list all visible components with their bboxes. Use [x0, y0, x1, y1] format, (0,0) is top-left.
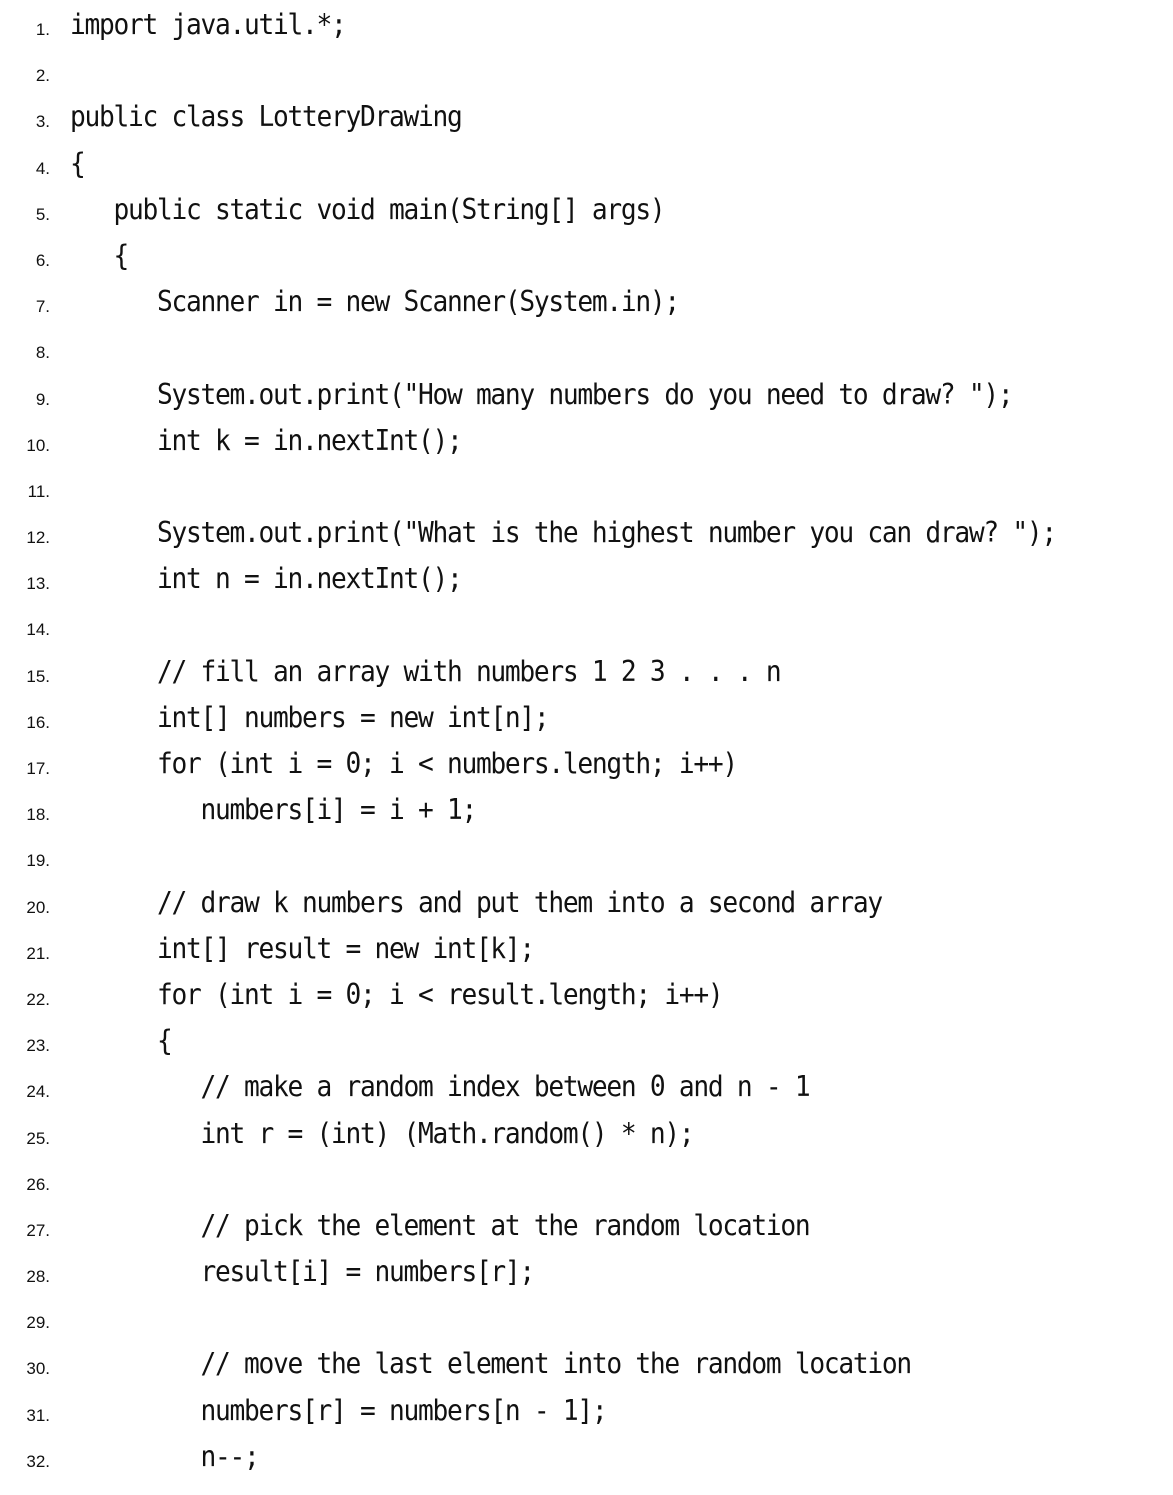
line-number: 18. — [26, 805, 50, 825]
code-text: // pick the element at the random locati… — [70, 1208, 810, 1242]
line-number: 13. — [26, 574, 50, 594]
code-text: for (int i = 0; i < numbers.length; i++) — [70, 747, 738, 780]
line-number: 5. — [35, 204, 50, 224]
code-text: // move the last element into the random… — [70, 1347, 912, 1381]
code-text: int n = in.nextInt(); — [70, 562, 463, 596]
code-text: public class LotteryDrawing — [70, 100, 463, 134]
code-text: Scanner in = new Scanner(System.in); — [70, 285, 680, 319]
code-text: public static void main(String[] args) — [70, 192, 665, 226]
line-number: 1. — [35, 20, 50, 39]
code-text: numbers[i] = i + 1; — [70, 793, 477, 827]
line-number: 9. — [35, 389, 50, 409]
code-text: // draw k numbers and put them into a se… — [70, 885, 883, 919]
code-text: { — [70, 146, 86, 180]
code-text: { — [70, 238, 129, 272]
code-text: int r = (int) (Math.random() * n); — [70, 1116, 694, 1150]
line-number: 21. — [26, 943, 50, 963]
line-number: 22. — [26, 989, 50, 1009]
line-number: 10. — [26, 435, 50, 455]
code-text: result[i] = numbers[r]; — [70, 1255, 535, 1289]
line-number: 8. — [35, 343, 50, 363]
code-text: // make a random index between 0 and n -… — [70, 1070, 810, 1104]
code-text: System.out.print("How many numbers do yo… — [70, 377, 1014, 411]
line-number: 16. — [26, 712, 50, 732]
line-number: 31. — [26, 1405, 50, 1425]
line-number: 6. — [35, 250, 50, 270]
code-text: int[] numbers = new int[n]; — [70, 700, 550, 734]
line-number: 25. — [26, 1128, 50, 1148]
line-number: 7. — [35, 297, 50, 317]
code-text: // fill an array with numbers 1 2 3 . . … — [70, 654, 782, 688]
code-text: import java.util.*; — [70, 8, 347, 41]
line-number: 29. — [26, 1313, 50, 1333]
code-text: { — [70, 1024, 173, 1058]
line-number: 27. — [26, 1220, 50, 1240]
code-text: System.out.print("What is the highest nu… — [70, 516, 1057, 550]
line-number: 26. — [26, 1174, 50, 1194]
code-text: int k = in.nextInt(); — [70, 423, 463, 457]
line-number: 11. — [27, 481, 50, 501]
line-number: 2. — [35, 66, 50, 86]
line-number: 17. — [26, 759, 50, 778]
line-number: 4. — [35, 158, 50, 178]
line-number: 12. — [26, 528, 50, 548]
line-number: 20. — [26, 897, 50, 917]
line-number: 19. — [26, 851, 50, 871]
line-number: 3. — [35, 112, 50, 132]
line-number: 15. — [26, 666, 50, 686]
line-number: 14. — [26, 620, 50, 640]
code-text: for (int i = 0; i < result.length; i++) — [70, 977, 724, 1011]
line-number: 30. — [26, 1359, 50, 1379]
line-number: 24. — [26, 1082, 50, 1102]
code-text: int[] result = new int[k]; — [70, 931, 535, 965]
line-number: 32. — [26, 1451, 50, 1471]
line-number: 23. — [26, 1036, 50, 1056]
line-number: 28. — [26, 1267, 50, 1287]
code-text: numbers[r] = numbers[n - 1]; — [70, 1393, 607, 1427]
code-text: n--; — [70, 1439, 259, 1473]
